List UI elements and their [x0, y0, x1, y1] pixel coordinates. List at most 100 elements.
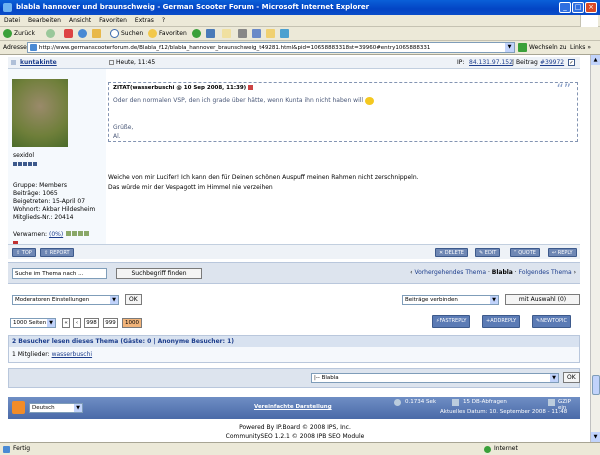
- newtopic-button[interactable]: ✎NEWTOPIC: [532, 315, 572, 328]
- user-joined: Beigetreten: 15-April 07: [13, 198, 86, 205]
- simple-view-link[interactable]: Vereinfachte Darstellung: [254, 404, 332, 410]
- folder-icon: [266, 29, 275, 38]
- media-button[interactable]: [192, 28, 203, 40]
- menu-favoriten[interactable]: Favoriten: [95, 15, 131, 27]
- search-icon: [110, 29, 119, 38]
- top-label: TOP: [21, 250, 32, 256]
- edit-button[interactable]: [252, 28, 263, 40]
- address-input[interactable]: http://www.germanscooterforum.de/Blabla_…: [27, 42, 515, 53]
- favorites-label: Favoriten: [159, 30, 187, 37]
- post-ip[interactable]: 84.131.97.152: [469, 59, 513, 66]
- online-member-link[interactable]: wasserbuschi: [52, 351, 93, 358]
- menu-ansicht[interactable]: Ansicht: [65, 15, 95, 27]
- stop-icon: [64, 29, 73, 38]
- history-icon: [206, 29, 215, 38]
- maximize-button[interactable]: □: [572, 2, 584, 13]
- thread-search-input[interactable]: [12, 268, 107, 279]
- pages-value: 1000 Seiten: [13, 320, 47, 326]
- home-icon: [92, 29, 101, 38]
- report-button[interactable]: ⇧ REPORT: [40, 248, 74, 257]
- quote-button[interactable]: “ QUOTE: [510, 248, 540, 257]
- home-button[interactable]: [92, 28, 103, 40]
- mod-ok-button[interactable]: OK: [125, 294, 142, 305]
- menu-extras[interactable]: Extras: [131, 15, 158, 27]
- edit-icon: [252, 29, 261, 38]
- page-998[interactable]: 998: [84, 318, 99, 328]
- next-topic-link[interactable]: Folgendes Thema: [519, 269, 572, 276]
- menu-help[interactable]: ?: [158, 15, 169, 27]
- favorites-button[interactable]: Favoriten: [148, 28, 187, 40]
- delete-button[interactable]: ✕ DELETE: [435, 248, 468, 257]
- seo-line: CommunitySEO 1.2.1 © 2008 IPB SEO Module: [225, 433, 365, 440]
- mail-button[interactable]: [222, 28, 233, 40]
- post-author[interactable]: kuntakinte: [20, 59, 57, 66]
- forward-button[interactable]: [46, 28, 57, 40]
- messenger-button[interactable]: [280, 28, 291, 40]
- minimize-button[interactable]: _: [559, 2, 571, 13]
- edit-post-button[interactable]: ✎ EDIT: [475, 248, 501, 257]
- rank-pips: [13, 161, 53, 166]
- scroll-up-icon[interactable]: ▲: [591, 55, 600, 65]
- prev-page-button[interactable]: ‹: [73, 318, 81, 328]
- quote-sign-2: Al.: [113, 133, 121, 140]
- address-dropdown-icon[interactable]: ▼: [505, 43, 514, 52]
- quote-sign-1: Grüße,: [113, 124, 134, 131]
- post-entry-link[interactable]: #39972: [540, 59, 564, 66]
- menu-datei[interactable]: Datei: [0, 15, 24, 27]
- rss-icon[interactable]: [12, 401, 25, 414]
- go-button[interactable]: Wechseln zu: [518, 42, 567, 54]
- db-icon: [452, 399, 459, 406]
- close-button[interactable]: ×: [585, 2, 597, 13]
- forum-jump-ok[interactable]: OK: [563, 372, 580, 383]
- page-999[interactable]: 999: [103, 318, 118, 328]
- history-button[interactable]: [206, 28, 217, 40]
- back-arrow-icon: [3, 29, 12, 38]
- merge-select[interactable]: Beiträge verbinden ▼: [402, 295, 499, 305]
- quote-block: ZITAT(wasserbuschi @ 10 Sep 2008, 11:39)…: [108, 82, 578, 142]
- discuss-button[interactable]: [266, 28, 277, 40]
- warn-label: Verwarnen:: [13, 231, 48, 238]
- pages-select[interactable]: 1000 Seiten ▼: [10, 318, 56, 328]
- fastreply-label: FASTREPLY: [439, 318, 467, 324]
- addreply-button[interactable]: +ADDREPLY: [482, 315, 521, 328]
- post-actions-bar: ⇧ TOP ⇧ REPORT ✕ DELETE ✎ EDIT “ QUOTE ↩…: [8, 244, 580, 259]
- warn-value[interactable]: (0%): [49, 231, 63, 238]
- with-selection-button[interactable]: mit Auswahl (0): [505, 294, 580, 305]
- prev-topic-link[interactable]: Vorhergehendes Thema: [414, 269, 486, 276]
- browser-toolbar: Zurück Suchen Favoriten: [0, 27, 600, 41]
- first-page-button[interactable]: «: [62, 318, 70, 328]
- scroll-thumb[interactable]: [592, 375, 600, 395]
- print-button[interactable]: [238, 28, 249, 40]
- vertical-scrollbar[interactable]: ▲ ▼: [590, 55, 600, 442]
- topic-nav: ‹ Vorhergehendes Thema · Blabla · Folgen…: [410, 269, 576, 276]
- internet-zone-icon: [484, 446, 491, 453]
- refresh-button[interactable]: [78, 28, 89, 40]
- stop-button[interactable]: [64, 28, 75, 40]
- quote-author: ZITAT(wasserbuschi @ 10 Sep 2008, 11:39): [113, 85, 247, 91]
- links-button[interactable]: Links »: [570, 42, 591, 54]
- back-button[interactable]: Zurück: [3, 28, 35, 40]
- mail-icon: [222, 29, 231, 38]
- search-submit-button[interactable]: Suchbegriff finden: [116, 268, 202, 279]
- db-queries: 15 DB-Abfragen: [463, 399, 507, 405]
- select-post-checkbox[interactable]: ✓: [568, 59, 575, 66]
- forum-jump-select[interactable]: |-- Blabla ▼: [311, 373, 559, 383]
- quote-link-icon[interactable]: [248, 85, 254, 90]
- quote-text: Oder den normalen VSP, den ich grade übe…: [113, 97, 364, 104]
- online-header: 2 Besucher lesen dieses Thema (Gäste: 0 …: [9, 336, 579, 347]
- top-button[interactable]: ⇧ TOP: [12, 248, 36, 257]
- windows-logo-icon: [580, 15, 598, 27]
- menu-bearbeiten[interactable]: Bearbeiten: [24, 15, 65, 27]
- language-select[interactable]: Deutsch ▼: [29, 403, 83, 413]
- reply-button[interactable]: ↩ REPLY: [548, 248, 577, 257]
- refresh-icon: [78, 29, 87, 38]
- user-panel: sexidol Gruppe: Members Beiträge: 1065 B…: [8, 69, 106, 249]
- merge-value: Beiträge verbinden: [405, 297, 458, 303]
- warn-pip-2: [72, 231, 78, 236]
- mod-options-select[interactable]: Moderatoren Einstellungen ▼: [12, 295, 119, 305]
- search-button[interactable]: Suchen: [110, 28, 143, 40]
- fastreply-button[interactable]: ⚡FASTREPLY: [432, 315, 471, 328]
- page-status-icon: [3, 446, 10, 453]
- scroll-down-icon[interactable]: ▼: [591, 432, 600, 442]
- back-label: Zurück: [14, 30, 35, 37]
